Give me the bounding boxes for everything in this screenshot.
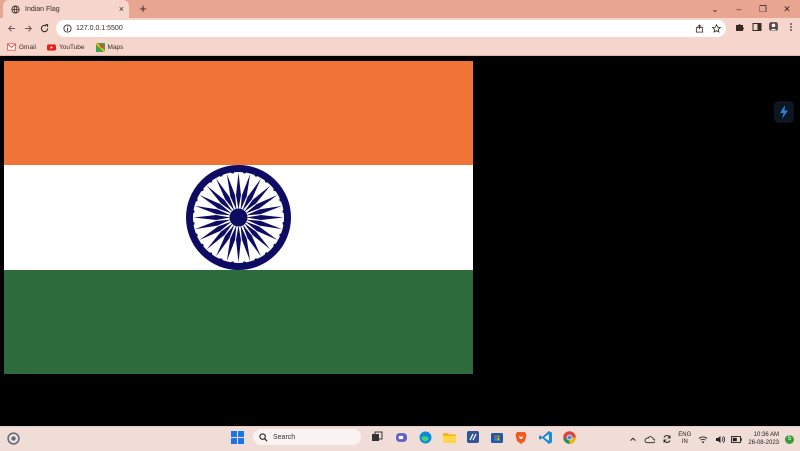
chakra-rim-dot [191, 210, 195, 214]
chakra-rim-dot [194, 233, 198, 238]
back-arrow-icon [7, 24, 15, 32]
maps-icon [95, 42, 105, 52]
microsoft-store-icon[interactable] [489, 429, 505, 445]
chakra-rim-dot [230, 261, 235, 266]
tab-strip: Indian Flag × + ⌄ – ❐ ✕ [0, 0, 800, 18]
bookmark-gmail[interactable]: Gmail [7, 43, 36, 52]
bookmark-maps[interactable]: Maps [95, 42, 124, 52]
chakra-rim-dot [264, 252, 269, 256]
saffron-stripe [4, 61, 473, 166]
tab-indian-flag[interactable]: Indian Flag × [3, 0, 129, 18]
chakra-rim-dot [230, 170, 235, 174]
chakra-rim-dot [200, 188, 204, 192]
share-icon[interactable] [694, 23, 705, 34]
reload-button[interactable] [37, 21, 51, 35]
chrome-icon[interactable] [561, 429, 577, 445]
chakra-rim-dot [200, 244, 204, 248]
reload-icon [40, 23, 48, 32]
clock[interactable]: 10:36 AM 26-08-2023 [748, 431, 779, 447]
chakra-rim-dot [208, 252, 213, 256]
chakra-rim-dot [264, 179, 269, 183]
vscode-insiders-icon[interactable] [465, 429, 481, 445]
white-stripe [4, 165, 473, 271]
youtube-icon [46, 43, 56, 52]
bookmark-star-icon[interactable] [711, 23, 722, 34]
system-tray: ENG IN 10:36 AM 26-08-2023 5 [627, 429, 794, 449]
forward-arrow-icon [24, 24, 32, 32]
meet-chat-icon[interactable] [393, 429, 409, 445]
bookmark-youtube[interactable]: YouTube [46, 43, 85, 52]
page-content [0, 56, 800, 426]
brave-browser-icon[interactable] [513, 429, 529, 445]
wifi-icon[interactable] [697, 434, 708, 445]
chakra-rim-dot [282, 222, 286, 226]
chakra-rim-dot [279, 233, 283, 238]
forward-button[interactable] [21, 21, 35, 35]
extensions-puzzle-icon[interactable] [734, 21, 745, 32]
language-code: ENG [678, 432, 692, 438]
search-label: Search [273, 433, 296, 441]
chakra-rim-dot [273, 188, 277, 192]
address-bar[interactable] [56, 20, 726, 37]
tab-search-dropdown-button[interactable]: ⌄ [704, 0, 726, 18]
chakra-rim-dot [219, 173, 223, 177]
taskbar-search-box[interactable]: Search [253, 429, 361, 445]
clock-date: 26-08-2023 [748, 440, 779, 446]
chakra-rim-dot [282, 210, 286, 214]
battery-icon[interactable] [731, 434, 743, 445]
profile-avatar-icon[interactable] [768, 21, 779, 32]
chakra-rim-dot [208, 179, 213, 183]
language-indicator[interactable]: ENG IN [678, 432, 691, 446]
bookmark-label: YouTube [58, 43, 85, 51]
browser-toolbar [0, 18, 800, 39]
minimize-button[interactable]: – [728, 0, 750, 18]
indian-flag [4, 61, 473, 374]
tab-close-icon[interactable]: × [119, 4, 124, 14]
tab-title: Indian Flag [25, 5, 60, 13]
new-tab-button[interactable]: + [136, 2, 150, 16]
file-explorer-icon[interactable] [441, 429, 457, 445]
bookmarks-bar: Gmail YouTube Maps [0, 39, 800, 56]
clock-time: 10:36 AM [753, 432, 779, 438]
onedrive-cloud-icon[interactable] [644, 434, 656, 445]
chakra-rim-dot [191, 222, 195, 226]
sync-icon[interactable] [661, 434, 672, 445]
search-icon [259, 432, 268, 442]
chakra-rim-dot [242, 170, 247, 174]
more-menu-icon[interactable] [785, 21, 796, 32]
ashoka-chakra [186, 165, 291, 271]
globe-icon [11, 4, 20, 14]
maximize-button[interactable]: ❐ [752, 0, 774, 18]
chakra-rim-dot [273, 244, 277, 248]
green-stripe [4, 269, 473, 374]
windows-taskbar: Search ENG IN 10:36 AM 26-08-2023 5 [0, 426, 800, 451]
chakra-rim-dot [254, 258, 258, 262]
edge-browser-icon[interactable] [417, 429, 433, 445]
notification-badge[interactable]: 5 [785, 434, 794, 444]
vscode-icon[interactable] [537, 429, 553, 445]
chakra-rim-dot [194, 198, 198, 202]
chakra-rim-dot [219, 258, 223, 262]
lightning-extension-icon[interactable] [774, 101, 794, 123]
back-button[interactable] [4, 21, 18, 35]
volume-icon[interactable] [714, 434, 725, 445]
window-close-button[interactable]: ✕ [776, 0, 798, 18]
chakra-rim-dot [279, 198, 283, 202]
bookmark-label: Maps [107, 43, 124, 51]
weather-widget-icon[interactable] [6, 431, 20, 445]
site-info-icon[interactable] [62, 24, 72, 34]
chakra-rim-dot [254, 173, 258, 177]
start-button[interactable] [229, 429, 245, 445]
gmail-icon [7, 43, 16, 52]
url-input[interactable] [76, 25, 636, 32]
task-view-icon[interactable] [369, 429, 385, 445]
chakra-rim-dot [242, 261, 247, 266]
chevron-up-icon[interactable] [627, 434, 638, 445]
bookmark-label: Gmail [19, 43, 36, 51]
region-code: IN [681, 439, 688, 445]
side-panel-icon[interactable] [751, 21, 762, 32]
